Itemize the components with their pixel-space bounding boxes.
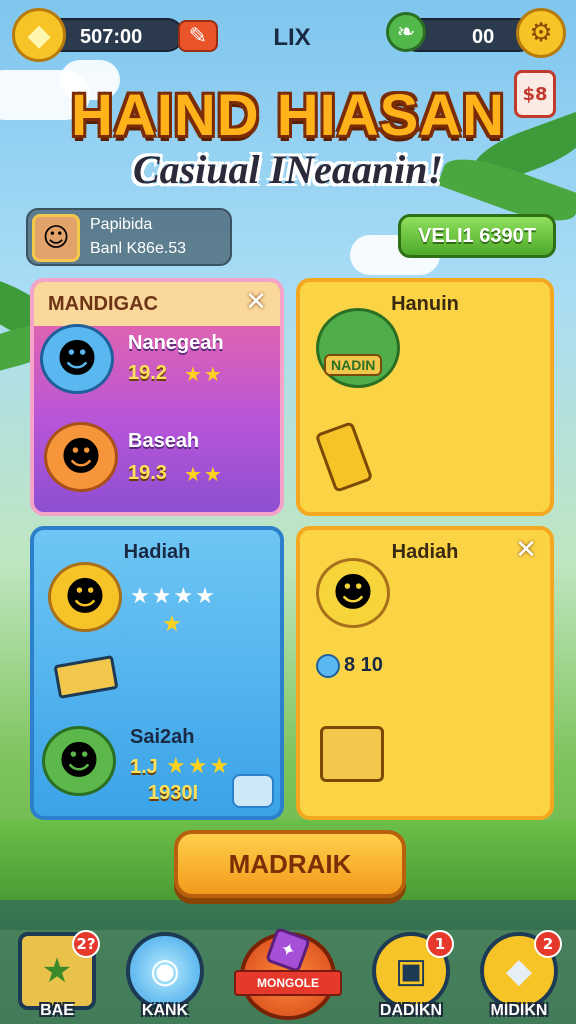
- bottom-nav: ★ 2? BAE ◉ KANK ✦ MONGOLE ▣ 1 DADIKN ◆ 2…: [0, 924, 576, 1024]
- item-name-2: Baseah: [128, 430, 200, 452]
- nav-item-kank[interactable]: ◉ KANK: [122, 932, 208, 1020]
- close-icon[interactable]: ✕: [512, 536, 540, 564]
- hadiah-blue-panel: Hadiah ☻ ★★★★ ★ ☻ Sai2ah 1.J ★★★ 1930I: [30, 526, 284, 820]
- notification-badge: 2: [534, 930, 562, 958]
- center-ribbon-label: MONGOLE: [234, 970, 342, 996]
- yellow-chick-icon: ☻: [316, 558, 390, 628]
- game-title: HAIND HIASAN: [70, 83, 506, 148]
- avatar: ☺: [32, 214, 80, 262]
- crystal-icon: [232, 774, 274, 808]
- nav-item-center[interactable]: ✦ MONGOLE: [234, 924, 342, 1024]
- hadiah-yellow-value: 8 10: [344, 654, 383, 676]
- game-subtitle: Casiual INeaanin!: [132, 147, 444, 192]
- nav-label: MIDIKN: [490, 1002, 548, 1019]
- star-rating-icon: ★★: [184, 462, 224, 486]
- notification-badge: 1: [426, 930, 454, 958]
- blue-monster-icon: ☻: [40, 324, 114, 394]
- item-value-1: 19.2: [128, 362, 167, 384]
- notification-badge: 2?: [72, 930, 100, 958]
- star-rating-icon: ★★★: [166, 754, 232, 779]
- nav-label: DADIKN: [379, 1002, 443, 1019]
- blue-coin-icon: [316, 654, 340, 678]
- scroll-icon: [314, 421, 374, 493]
- top-bar: 507:00 ◆ ✎ LIX 00 ❧ ⚙: [0, 6, 576, 62]
- green-badge-label: NADIN: [324, 354, 383, 376]
- coins-value: 507:00: [80, 26, 143, 48]
- diamond-coin-icon: ◆: [12, 8, 66, 62]
- globe-icon: ◉: [126, 932, 204, 1010]
- hanuin-panel: Hanuin NADIN: [296, 278, 554, 516]
- green-badge-icon: [316, 308, 400, 388]
- player-score: Banl K86e.53: [90, 240, 187, 257]
- nav-item-dadikn[interactable]: ▣ 1 DADIKN: [368, 930, 454, 1020]
- hadiah-yellow-panel: Hadiah ✕ ☻ 8 10: [296, 526, 554, 820]
- magic-panel: MANDIGAC ✕ ☻ Nanegeah 19.2 ★★ ☻ Baseah 1…: [30, 278, 284, 516]
- star-row-icon: ★★★★: [130, 584, 217, 609]
- close-icon[interactable]: ✕: [242, 288, 270, 316]
- gear-icon[interactable]: ⚙: [516, 8, 566, 58]
- star-icon: ★: [162, 612, 184, 637]
- page-title: LIX: [273, 24, 311, 51]
- treasure-plant-icon: [320, 726, 384, 782]
- hadiah-blue-value-top: 1.J: [130, 756, 158, 778]
- hadiah-blue-value-bottom: 1930I: [148, 782, 199, 804]
- nav-label: BAE: [40, 1002, 74, 1019]
- star-rating-icon: ★★: [184, 362, 224, 386]
- green-action-button[interactable]: VELI1 6390T: [398, 214, 556, 258]
- item-name-1: Nanegeah: [128, 332, 224, 354]
- player-card[interactable]: ☺ Papibida Banl K86e.53: [26, 208, 232, 266]
- hadiah-blue-item-name: Sai2ah: [130, 726, 195, 748]
- gold-bar-icon: [53, 655, 119, 699]
- item-value-2: 19.3: [128, 462, 167, 484]
- nav-label: KANK: [141, 1002, 189, 1019]
- yellow-monster-icon: ☻: [48, 562, 122, 632]
- add-coins-button[interactable]: ✎: [178, 20, 218, 52]
- player-name: Papibida: [90, 216, 153, 233]
- main-action-button[interactable]: MADRAIK: [174, 830, 406, 898]
- price-tag-badge[interactable]: $8: [514, 70, 556, 118]
- orange-cat-icon: ☻: [44, 422, 118, 492]
- green-monster-icon: ☻: [42, 726, 116, 796]
- nav-item-midikn[interactable]: ◆ 2 MIDIKN: [476, 930, 562, 1020]
- nav-item-bae[interactable]: ★ 2? BAE: [14, 930, 100, 1020]
- gems-value: 00: [472, 26, 495, 48]
- leaf-gem-icon: ❧: [386, 12, 426, 52]
